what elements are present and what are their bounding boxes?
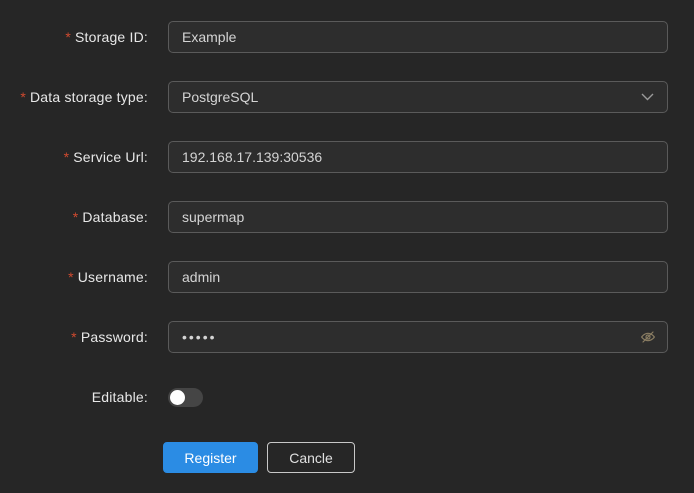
data-storage-type-label: *Data storage type: bbox=[0, 89, 148, 105]
editable-label: Editable: bbox=[0, 389, 148, 405]
required-asterisk: * bbox=[64, 149, 70, 165]
data-storage-type-select[interactable]: PostgreSQL bbox=[168, 81, 668, 113]
required-asterisk: * bbox=[71, 329, 77, 345]
storage-id-control bbox=[168, 21, 668, 53]
toggle-knob bbox=[170, 390, 185, 405]
required-asterisk: * bbox=[65, 29, 71, 45]
database-input[interactable] bbox=[168, 201, 668, 233]
eye-invisible-icon[interactable] bbox=[640, 329, 656, 345]
chevron-down-icon bbox=[641, 93, 654, 101]
database-row: *Database: bbox=[0, 201, 694, 233]
register-button[interactable]: Register bbox=[163, 442, 258, 473]
password-input[interactable] bbox=[168, 321, 668, 353]
form-actions: Register Cancle bbox=[163, 442, 694, 473]
data-storage-type-row: *Data storage type: PostgreSQL bbox=[0, 81, 694, 113]
username-control bbox=[168, 261, 668, 293]
service-url-label: *Service Url: bbox=[0, 149, 148, 165]
data-storage-type-value: PostgreSQL bbox=[182, 89, 258, 105]
required-asterisk: * bbox=[20, 89, 26, 105]
database-control bbox=[168, 201, 668, 233]
username-input[interactable] bbox=[168, 261, 668, 293]
required-asterisk: * bbox=[68, 269, 74, 285]
password-label: *Password: bbox=[0, 329, 148, 345]
data-storage-registration-form: *Storage ID: *Data storage type: Postgre… bbox=[0, 0, 694, 473]
password-row: *Password: bbox=[0, 321, 694, 353]
cancel-button[interactable]: Cancle bbox=[267, 442, 355, 473]
service-url-row: *Service Url: bbox=[0, 141, 694, 173]
storage-id-label: *Storage ID: bbox=[0, 29, 148, 45]
password-control bbox=[168, 321, 668, 353]
username-label: *Username: bbox=[0, 269, 148, 285]
storage-id-row: *Storage ID: bbox=[0, 21, 694, 53]
data-storage-type-control: PostgreSQL bbox=[168, 81, 668, 113]
service-url-control bbox=[168, 141, 668, 173]
database-label: *Database: bbox=[0, 209, 148, 225]
service-url-input[interactable] bbox=[168, 141, 668, 173]
username-row: *Username: bbox=[0, 261, 694, 293]
storage-id-input[interactable] bbox=[168, 21, 668, 53]
required-asterisk: * bbox=[73, 209, 79, 225]
editable-toggle[interactable] bbox=[168, 388, 203, 407]
editable-row: Editable: bbox=[0, 387, 694, 407]
